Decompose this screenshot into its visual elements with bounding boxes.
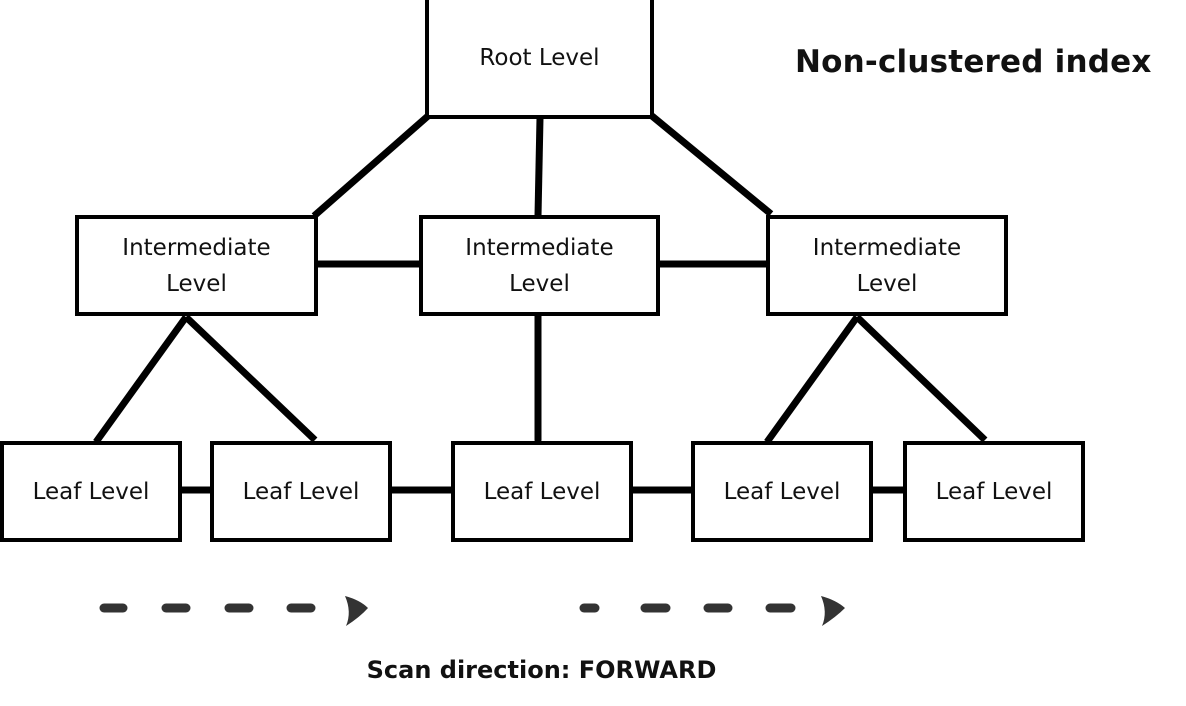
node-label-line1: Intermediate (465, 234, 614, 261)
leaf-level-node: Leaf Level (903, 441, 1085, 542)
node-label-line2: Level (856, 270, 918, 297)
edge-root-intermediate-3 (649, 113, 774, 217)
edge-root-intermediate-2 (534, 117, 544, 217)
edge-intermediate-3-leaf-4 (764, 314, 860, 445)
edge-root-intermediate-1 (311, 113, 431, 219)
scan-arrow-2 (579, 596, 845, 626)
node-label: Root Level (479, 44, 600, 71)
node-label: Leaf Level (483, 478, 601, 505)
leaf-level-node: Leaf Level (210, 441, 392, 542)
node-label-line2: Level (509, 270, 570, 297)
leaf-level-node: Leaf Level (0, 441, 182, 542)
edge-intermediate-3-leaf-5 (854, 314, 988, 443)
node-label: Leaf Level (242, 478, 360, 505)
node-label-line2: Level (166, 270, 227, 297)
intermediate-level-node: Intermediate Level (419, 215, 660, 316)
root-level-node: Root Level (425, 0, 654, 119)
diagram-title: Non-clustered index (795, 44, 1152, 80)
node-label-line1: Intermediate (122, 234, 271, 261)
leaf-level-node: Leaf Level (691, 441, 873, 542)
edge-intermediate-1-leaf-2 (183, 314, 318, 443)
scan-direction-label: Scan direction: FORWARD (366, 656, 717, 684)
edge-intermediate-1-leaf-1 (93, 314, 189, 445)
leaf-level-node: Leaf Level (451, 441, 633, 542)
node-label: Leaf Level (723, 478, 841, 505)
arrow-head-icon (345, 596, 368, 626)
scan-arrow-1 (99, 596, 368, 626)
arrow-head-icon (821, 596, 845, 626)
node-label: Leaf Level (935, 478, 1053, 505)
node-label: Leaf Level (32, 478, 150, 505)
intermediate-level-node: Intermediate Level (75, 215, 318, 316)
intermediate-level-node: Intermediate Level (766, 215, 1008, 316)
node-label-line1: Intermediate (812, 234, 962, 261)
scan-direction-caption: Scan direction: FORWARD (0, 656, 1083, 684)
